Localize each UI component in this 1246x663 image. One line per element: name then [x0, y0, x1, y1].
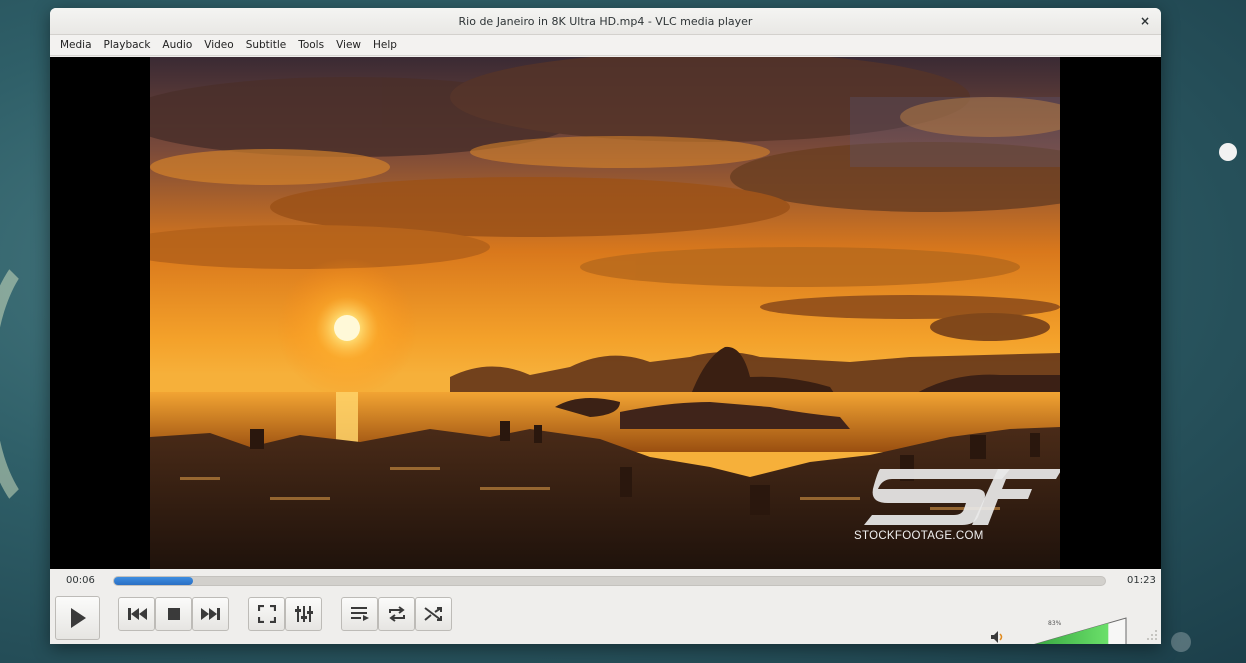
fullscreen-icon — [257, 605, 276, 623]
playlist-icon — [350, 607, 369, 621]
window-title: Rio de Janeiro in 8K Ultra HD.mp4 - VLC … — [458, 14, 753, 28]
menu-view[interactable]: View — [330, 39, 367, 51]
title-bar[interactable]: Rio de Janeiro in 8K Ultra HD.mp4 - VLC … — [50, 8, 1161, 35]
stop-icon — [167, 608, 180, 620]
menu-bar: Media Playback Audio Video Subtitle Tool… — [50, 35, 1161, 56]
menu-video[interactable]: Video — [198, 39, 239, 51]
vlc-window: Rio de Janeiro in 8K Ultra HD.mp4 - VLC … — [50, 8, 1161, 644]
menu-audio[interactable]: Audio — [156, 39, 198, 51]
desktop-dot — [1219, 143, 1237, 161]
elapsed-time: 00:06 — [66, 575, 95, 586]
seek-slider[interactable] — [113, 576, 1106, 586]
fullscreen-button[interactable] — [248, 597, 285, 631]
stop-button[interactable] — [155, 597, 192, 631]
skip-previous-icon — [127, 608, 147, 620]
playlist-button[interactable] — [341, 597, 378, 631]
seek-row: 00:06 01:23 — [50, 570, 1161, 592]
menu-media[interactable]: Media — [54, 39, 98, 51]
desktop-dot — [1171, 632, 1191, 652]
next-button[interactable] — [192, 597, 229, 631]
watermark-text: STOCKFOOTAGE.COM — [854, 530, 984, 542]
menu-help[interactable]: Help — [367, 39, 403, 51]
sunset-scene: STOCKFOOTAGE.COM — [150, 57, 1060, 569]
previous-button[interactable] — [118, 597, 155, 631]
seek-progress — [114, 577, 194, 585]
resize-grip[interactable] — [1146, 629, 1158, 641]
equalizer-icon — [294, 606, 313, 622]
video-frame: STOCKFOOTAGE.COM — [150, 57, 1060, 569]
extended-settings-button[interactable] — [285, 597, 322, 631]
menu-playback[interactable]: Playback — [98, 39, 157, 51]
video-display[interactable]: STOCKFOOTAGE.COM — [50, 57, 1161, 569]
play-icon — [70, 608, 86, 628]
control-bar: 83% — [50, 592, 1161, 644]
close-button[interactable]: × — [1137, 13, 1153, 29]
play-button[interactable] — [55, 596, 100, 640]
shuffle-button[interactable] — [415, 597, 452, 631]
total-time: 01:23 — [1127, 575, 1156, 586]
volume-slider[interactable] — [1020, 616, 1128, 644]
skip-next-icon — [200, 608, 220, 620]
menu-tools[interactable]: Tools — [292, 39, 330, 51]
speaker-icon[interactable] — [990, 630, 1004, 644]
shuffle-icon — [423, 607, 442, 621]
menu-subtitle[interactable]: Subtitle — [240, 39, 293, 51]
loop-button[interactable] — [378, 597, 415, 631]
loop-icon — [388, 606, 405, 622]
